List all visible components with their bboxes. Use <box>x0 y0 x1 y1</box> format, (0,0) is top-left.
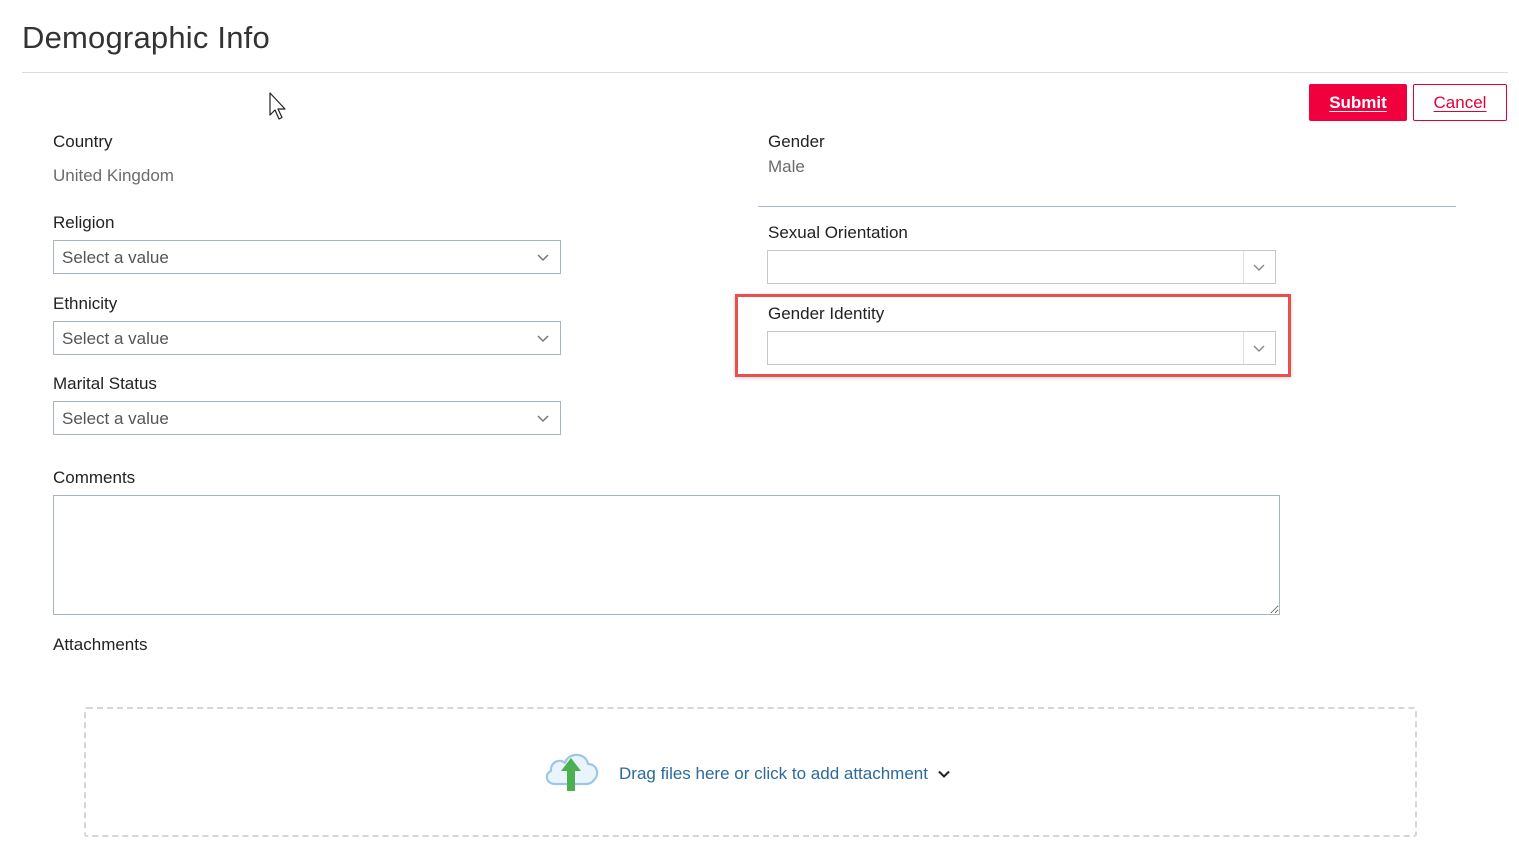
chevron-down-icon <box>537 415 549 423</box>
chevron-down-icon <box>537 335 549 343</box>
country-label: Country <box>53 132 113 151</box>
marital-status-label: Marital Status <box>53 374 157 393</box>
submit-button[interactable]: Submit <box>1309 84 1407 121</box>
ethnicity-label: Ethnicity <box>53 294 118 313</box>
sexual-orientation-label: Sexual Orientation <box>768 223 908 242</box>
title-divider <box>22 72 1508 73</box>
gender-identity-label: Gender Identity <box>768 304 885 323</box>
gender-label: Gender <box>768 132 825 151</box>
marital-status-select-value: Select a value <box>62 409 169 428</box>
dropdown-toggle[interactable] <box>1243 251 1275 283</box>
chevron-down-icon[interactable] <box>937 767 951 781</box>
comments-label: Comments <box>53 468 136 487</box>
country-value: United Kingdom <box>53 166 174 185</box>
comments-textarea[interactable] <box>53 495 1280 615</box>
cloud-upload-icon <box>545 753 599 791</box>
dropzone-text[interactable]: Drag files here or click to add attachme… <box>619 764 928 784</box>
dropdown-toggle[interactable] <box>1243 332 1275 364</box>
religion-label: Religion <box>53 213 115 232</box>
cancel-button[interactable]: Cancel <box>1413 84 1507 121</box>
gender-identity-select[interactable] <box>767 331 1276 365</box>
page-title: Demographic Info <box>22 20 270 55</box>
attachments-label: Attachments <box>53 635 148 654</box>
chevron-down-icon <box>1253 345 1265 352</box>
ethnicity-select-value: Select a value <box>62 329 169 348</box>
gender-value: Male <box>768 157 805 176</box>
religion-select-value: Select a value <box>62 248 169 267</box>
chevron-down-icon <box>1253 264 1265 271</box>
chevron-down-icon <box>537 254 549 262</box>
section-divider <box>758 206 1456 207</box>
mouse-cursor-icon <box>269 92 286 120</box>
sexual-orientation-select[interactable] <box>767 250 1276 284</box>
marital-status-select[interactable]: Select a value <box>53 401 561 435</box>
ethnicity-select[interactable]: Select a value <box>53 321 561 355</box>
religion-select[interactable]: Select a value <box>53 240 561 274</box>
